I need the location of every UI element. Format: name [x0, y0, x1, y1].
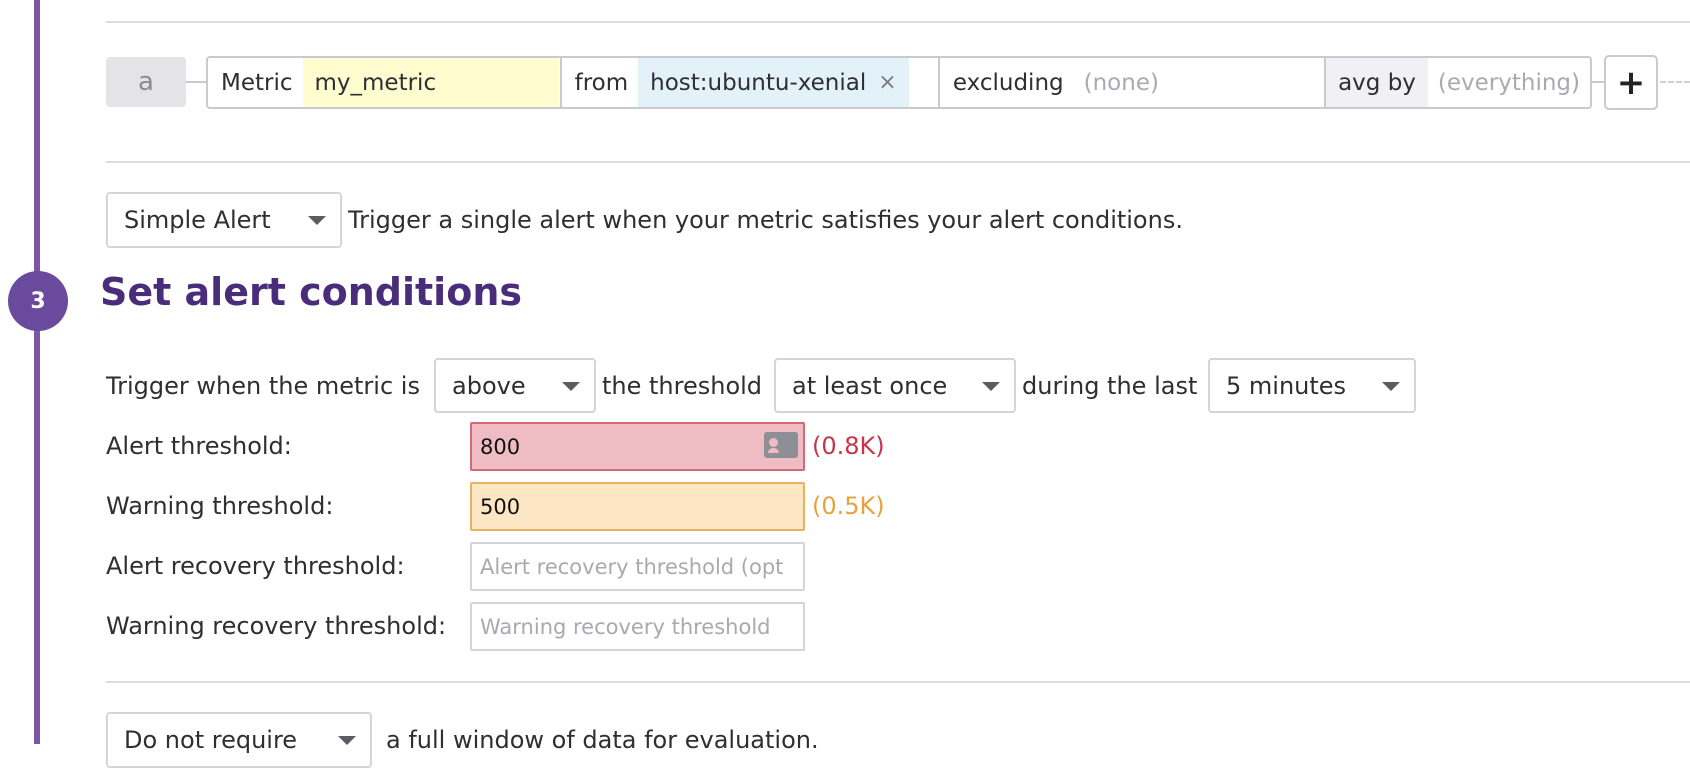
- query-divider: [106, 161, 1690, 163]
- alert-type-select[interactable]: Simple Alert: [106, 192, 342, 248]
- warning-recovery-label: Warning recovery threshold:: [106, 612, 447, 640]
- metric-keyword: Metric: [221, 69, 293, 96]
- thresholds-divider: [106, 681, 1690, 683]
- query-connector: [186, 81, 206, 83]
- timeline-rail: [34, 0, 40, 744]
- chevron-down-icon: [982, 381, 1000, 391]
- chevron-down-icon: [308, 216, 326, 225]
- avg-by-placeholder: (everything): [1437, 69, 1580, 96]
- trigger-prefix-text: Trigger when the metric is: [106, 372, 420, 400]
- alert-type-description: Trigger a single alert when your metric …: [348, 206, 1183, 234]
- from-keyword: from: [574, 69, 629, 96]
- warning-threshold-hint: (0.5K): [812, 492, 885, 520]
- remove-tag-icon[interactable]: ×: [878, 70, 896, 95]
- alert-type-value: Simple Alert: [124, 206, 271, 234]
- alert-threshold-hint: (0.8K): [812, 432, 885, 460]
- time-window-value: 5 minutes: [1226, 371, 1347, 400]
- excluding-placeholder: (none): [1083, 69, 1159, 96]
- avg-by-segment[interactable]: avg by (everything): [1324, 58, 1590, 107]
- data-window-select[interactable]: Do not require: [106, 712, 372, 768]
- chevron-down-icon: [562, 381, 580, 391]
- data-window-description: a full window of data for evaluation.: [386, 726, 819, 754]
- add-query-button[interactable]: +: [1604, 55, 1658, 110]
- data-window-value: Do not require: [124, 726, 298, 754]
- excluding-keyword: excluding: [952, 69, 1064, 96]
- occurrence-value: at least once: [792, 371, 948, 400]
- warning-recovery-input[interactable]: [470, 602, 805, 651]
- top-divider: [106, 21, 1690, 23]
- section-title: Set alert conditions: [100, 270, 522, 314]
- metric-name-field[interactable]: my_metric: [302, 58, 559, 107]
- chevron-down-icon: [1382, 381, 1400, 391]
- metric-segment: Metric my_metric: [208, 58, 560, 107]
- plus-connector: [1592, 81, 1604, 83]
- dashed-connector: [1660, 81, 1690, 83]
- host-tag-label: host:ubuntu-xenial: [650, 69, 867, 96]
- alert-recovery-input[interactable]: [470, 542, 805, 591]
- query-editor: Metric my_metric from host:ubuntu-xenial…: [206, 56, 1592, 109]
- comparison-select[interactable]: above: [434, 358, 596, 413]
- avg-by-keyword: avg by: [1326, 58, 1428, 107]
- contact-card-icon[interactable]: [764, 432, 798, 458]
- query-label[interactable]: a: [106, 57, 186, 107]
- trigger-middle-text: the threshold: [602, 372, 763, 400]
- step-number-badge: 3: [8, 271, 68, 331]
- occurrence-select[interactable]: at least once: [774, 358, 1016, 413]
- alert-threshold-input[interactable]: [470, 422, 805, 471]
- warning-threshold-label: Warning threshold:: [106, 492, 334, 520]
- host-tag-chip[interactable]: host:ubuntu-xenial ×: [638, 58, 909, 107]
- alert-recovery-label: Alert recovery threshold:: [106, 552, 405, 580]
- trigger-suffix-text: during the last: [1022, 372, 1198, 400]
- alert-threshold-label: Alert threshold:: [106, 432, 292, 460]
- warning-threshold-input[interactable]: [470, 482, 805, 531]
- excluding-segment[interactable]: excluding (none): [937, 58, 1324, 107]
- from-segment: from host:ubuntu-xenial ×: [559, 58, 938, 107]
- comparison-value: above: [452, 371, 526, 400]
- time-window-select[interactable]: 5 minutes: [1208, 358, 1416, 413]
